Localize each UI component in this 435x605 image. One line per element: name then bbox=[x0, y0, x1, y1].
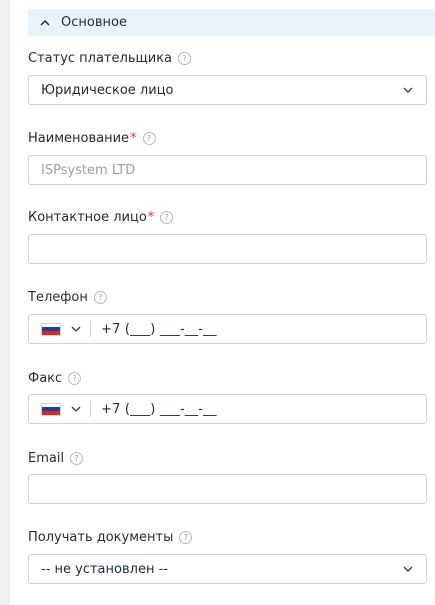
help-icon[interactable]: ? bbox=[142, 132, 156, 145]
russia-flag-icon[interactable] bbox=[41, 322, 61, 336]
receive-documents-label: Получать документы ? bbox=[28, 530, 193, 545]
section-header-main[interactable]: Основное bbox=[28, 9, 435, 36]
name-label: Наименование * ? bbox=[28, 131, 156, 146]
phone-input[interactable]: +7 (___) ___-__-__ bbox=[28, 314, 427, 344]
contact-person-input[interactable] bbox=[28, 234, 427, 264]
section-title: Основное bbox=[61, 15, 127, 30]
payer-status-label: Статус плательщика ? bbox=[28, 51, 191, 66]
chevron-down-icon bbox=[403, 566, 413, 572]
chevron-down-icon[interactable] bbox=[70, 323, 82, 335]
contact-person-label: Контактное лицо * ? bbox=[28, 210, 174, 225]
email-input[interactable] bbox=[28, 474, 427, 504]
help-icon[interactable]: ? bbox=[179, 531, 193, 544]
fax-input[interactable]: +7 (___) ___-__-__ bbox=[28, 394, 427, 424]
help-icon[interactable]: ? bbox=[70, 452, 84, 465]
receive-documents-select[interactable]: -- не установлен -- bbox=[28, 554, 427, 584]
divider bbox=[90, 401, 91, 417]
help-icon[interactable]: ? bbox=[68, 372, 82, 385]
help-icon[interactable]: ? bbox=[93, 291, 107, 304]
name-input[interactable]: ISPsystem LTD bbox=[28, 155, 427, 185]
help-icon[interactable]: ? bbox=[178, 52, 191, 65]
chevron-down-icon[interactable] bbox=[70, 403, 82, 415]
chevron-down-icon bbox=[403, 87, 413, 93]
phone-label: Телефон ? bbox=[28, 290, 107, 305]
help-icon[interactable]: ? bbox=[160, 211, 174, 224]
email-label: Email ? bbox=[28, 451, 84, 466]
left-rail bbox=[0, 0, 10, 605]
divider bbox=[90, 321, 91, 337]
fax-label: Факс ? bbox=[28, 371, 82, 386]
chevron-up-icon[interactable] bbox=[37, 15, 53, 31]
payer-status-select[interactable]: Юридическое лицо bbox=[28, 75, 427, 105]
russia-flag-icon[interactable] bbox=[41, 402, 61, 416]
